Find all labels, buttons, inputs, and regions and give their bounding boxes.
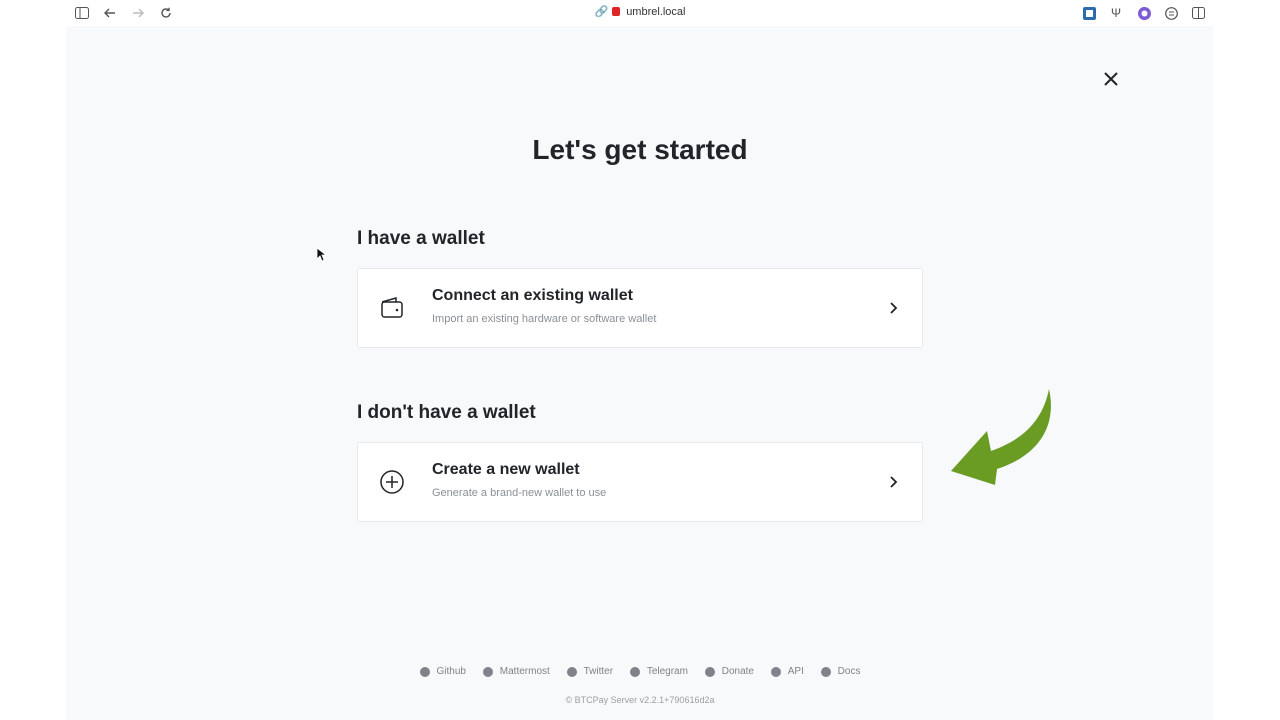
footer-link-docs[interactable]: Docs [820,666,860,677]
link-icon: 🔗 [594,6,609,18]
reader-icon[interactable] [1162,4,1180,22]
footer-link-donate[interactable]: Donate [704,666,754,677]
heart-icon [704,666,715,677]
psi-icon[interactable]: Ψ [1107,4,1125,22]
card-description: Import an existing hardware or software … [432,313,657,325]
create-new-wallet-card[interactable]: Create a new wallet Generate a brand-new… [357,442,923,522]
footer-link-telegram[interactable]: Telegram [629,666,688,677]
twitter-icon [566,666,577,677]
close-icon [1104,72,1118,86]
api-icon [770,666,781,677]
page-title: Let's get started [532,134,748,165]
footer-link-api[interactable]: API [770,666,804,677]
copyright-text: © BTCPay Server v2.2.1+790616d2a [565,695,715,705]
footer-link-github[interactable]: Github [419,666,466,677]
page-background [66,26,1213,720]
mattermost-icon [482,666,493,677]
footer-link-mattermost[interactable]: Mattermost [482,666,550,677]
mouse-cursor-icon [316,247,328,267]
extension2-icon[interactable] [1135,4,1153,22]
footer-link-twitter[interactable]: Twitter [566,666,613,677]
extension-icon[interactable] [1080,4,1098,22]
chevron-right-icon [888,301,900,315]
docs-icon [820,666,831,677]
url-text: umbrel.local [626,6,686,18]
chevron-right-icon [888,475,900,489]
section-heading-no-wallet: I don't have a wallet [357,402,536,423]
github-icon [419,666,430,677]
site-icon [612,7,621,16]
section-heading-have-wallet: I have a wallet [357,228,485,249]
card-description: Generate a brand-new wallet to use [432,487,607,499]
card-title: Create a new wallet [432,461,580,478]
wallet-icon [378,294,406,322]
card-title: Connect an existing wallet [432,287,633,304]
plus-circle-icon [378,468,406,496]
footer-links: Github Mattermost Twitter Telegram Donat… [0,666,1280,680]
split-view-icon[interactable] [1189,4,1207,22]
close-button[interactable] [1100,68,1122,90]
browser-toolbar: 🔗 umbrel.local Ψ [0,0,1280,26]
telegram-icon [629,666,640,677]
connect-existing-wallet-card[interactable]: Connect an existing wallet Import an exi… [357,268,923,348]
annotation-arrow-icon [945,385,1060,500]
